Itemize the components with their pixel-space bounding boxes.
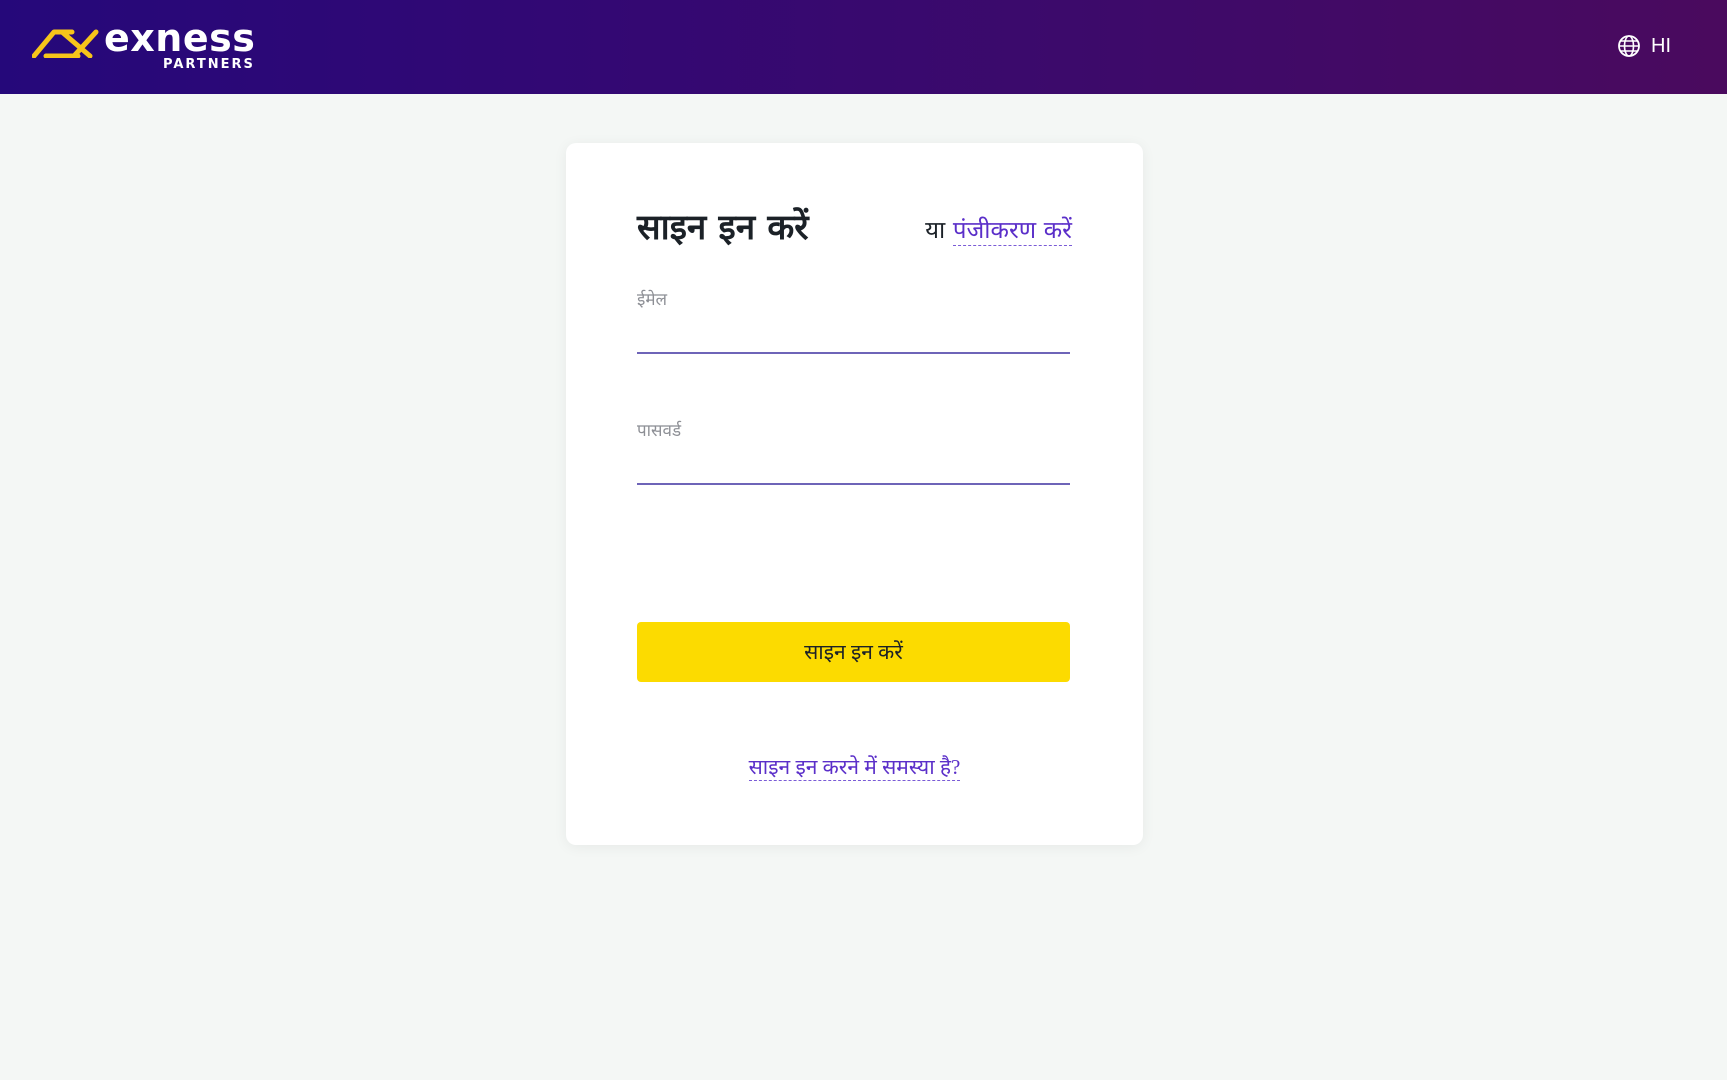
language-code: HI — [1651, 34, 1671, 57]
page-title: साइन इन करें — [637, 208, 809, 248]
logo-wordmark: exness — [104, 16, 256, 60]
language-selector[interactable]: HI — [1617, 33, 1671, 59]
password-input[interactable] — [637, 441, 1070, 485]
register-prompt: या पंजीकरण करें — [925, 213, 1072, 246]
email-label: ईमेल — [637, 290, 668, 309]
register-prefix: या — [925, 216, 946, 244]
globe-icon — [1618, 35, 1640, 57]
email-input[interactable] — [637, 310, 1070, 354]
sign-in-button[interactable]: साइन इन करें — [637, 622, 1070, 682]
sign-in-card: साइन इन करें या पंजीकरण करें ईमेल पासवर्… — [566, 143, 1143, 845]
password-field-group: पासवर्ड — [637, 418, 1070, 485]
trouble-signing-in-row: साइन इन करने में समस्या है? — [566, 753, 1143, 781]
email-field-group: ईमेल — [637, 287, 1070, 354]
logo-subtitle: PARTNERS — [163, 57, 255, 72]
register-link[interactable]: पंजीकरण करें — [952, 216, 1072, 246]
top-header: exness PARTNERS HI — [0, 0, 1727, 94]
exness-partners-logo[interactable]: exness PARTNERS — [32, 16, 262, 74]
exness-logo-mark-icon — [32, 29, 99, 58]
password-label: पासवर्ड — [637, 421, 682, 440]
trouble-signing-in-link[interactable]: साइन इन करने में समस्या है? — [748, 755, 961, 781]
